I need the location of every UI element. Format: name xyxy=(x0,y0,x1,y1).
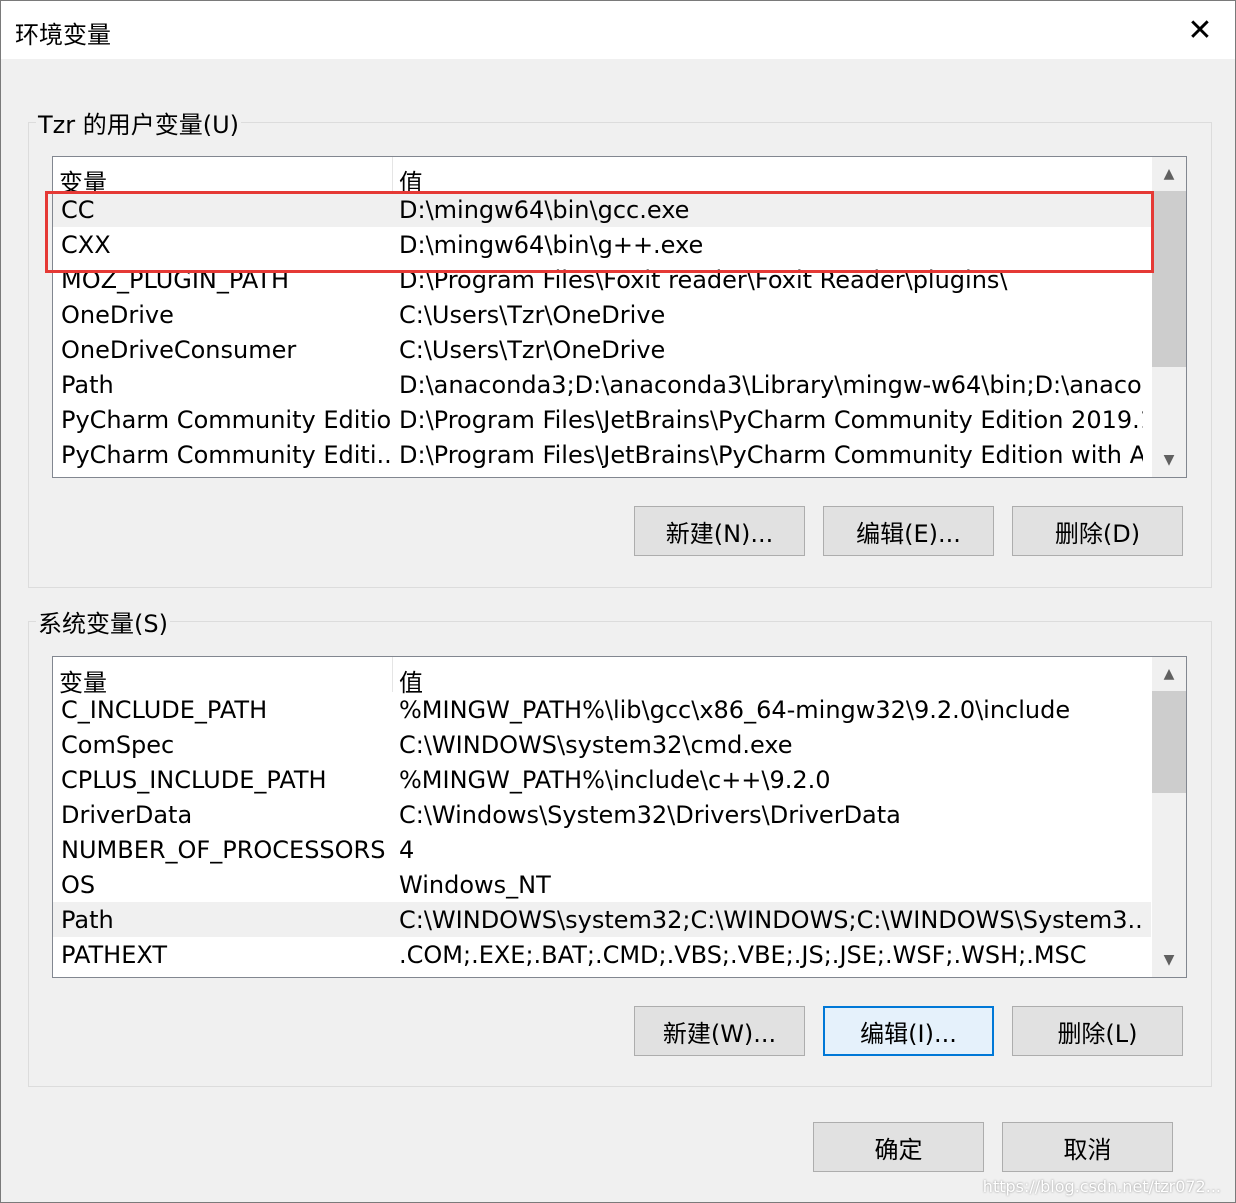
variable-value: D:\mingw64\bin\gcc.exe xyxy=(399,196,690,224)
table-row[interactable]: DriverData C:\Windows\System32\Drivers\Dr… xyxy=(53,797,1151,832)
variable-value: C:\Users\Tzr\OneDrive xyxy=(399,336,666,364)
user-variables-group: Tzr 的用户变量(U) 变量 值 CC D:\mingw64\bin\gcc.e… xyxy=(28,105,1212,588)
variable-name: ComSpec xyxy=(61,731,175,759)
vertical-scrollbar[interactable]: ▲ ▼ xyxy=(1152,657,1186,977)
window-title: 环境变量 xyxy=(15,21,111,49)
table-row[interactable]: PATHEXT .COM;.EXE;.BAT;.CMD;.VBS;.VBE;.JS… xyxy=(53,937,1151,972)
table-row[interactable]: PyCharm Community Edition D:\Program File… xyxy=(53,402,1151,437)
variable-name: PyCharm Community Editi... xyxy=(61,441,391,469)
scroll-up-icon[interactable]: ▲ xyxy=(1152,657,1186,691)
variable-name: NUMBER_OF_PROCESSORS xyxy=(61,836,386,864)
variable-value: %MINGW_PATH%\lib\gcc\x86_64-mingw32\9.2.… xyxy=(399,696,1071,724)
table-row[interactable]: ComSpec C:\WINDOWS\system32\cmd.exe xyxy=(53,727,1151,762)
variable-name: OS xyxy=(61,871,96,899)
system-variables-label: 系统变量(S) xyxy=(36,604,170,639)
variable-name: OneDrive xyxy=(61,301,174,329)
scroll-down-icon[interactable]: ▼ xyxy=(1152,443,1186,477)
variable-name: CC xyxy=(61,196,95,224)
scrollbar-thumb[interactable] xyxy=(1152,191,1186,367)
list-header: 变量 值 xyxy=(53,657,1151,697)
variable-value: C:\WINDOWS\system32\cmd.exe xyxy=(399,731,793,759)
edit-user-variable-button[interactable]: 编辑(E)... xyxy=(823,506,994,556)
variable-name: CPLUS_INCLUDE_PATH xyxy=(61,766,327,794)
new-system-variable-button[interactable]: 新建(W)... xyxy=(634,1006,805,1056)
table-row[interactable]: NUMBER_OF_PROCESSORS 4 xyxy=(53,832,1151,867)
table-row[interactable]: CC D:\mingw64\bin\gcc.exe xyxy=(53,192,1151,227)
variable-name: CXX xyxy=(61,231,111,259)
table-row[interactable]: Path D:\anaconda3;D:\anaconda3\Library\mi… xyxy=(53,367,1151,402)
vertical-scrollbar[interactable]: ▲ ▼ xyxy=(1152,157,1186,477)
list-header: 变量 值 xyxy=(53,157,1151,197)
variable-name: MOZ_PLUGIN_PATH xyxy=(61,266,290,294)
table-row[interactable]: CXX D:\mingw64\bin\g++.exe xyxy=(53,227,1151,262)
delete-system-variable-button[interactable]: 删除(L) xyxy=(1012,1006,1183,1056)
close-icon[interactable]: ✕ xyxy=(1165,1,1235,59)
table-row[interactable]: C_INCLUDE_PATH %MINGW_PATH%\lib\gcc\x86_6… xyxy=(53,692,1151,727)
ok-button[interactable]: 确定 xyxy=(813,1122,984,1172)
table-row[interactable]: MOZ_PLUGIN_PATH D:\Program Files\Foxit re… xyxy=(53,262,1151,297)
edit-system-variable-button[interactable]: 编辑(I)... xyxy=(823,1006,994,1056)
variable-value: D:\mingw64\bin\g++.exe xyxy=(399,231,704,259)
variable-value: C:\Users\Tzr\OneDrive xyxy=(399,301,666,329)
system-variables-group: 系统变量(S) 变量 值 C_INCLUDE_PATH %MINGW_PATH%\… xyxy=(28,604,1212,1087)
environment-variables-dialog: 环境变量 ✕ Tzr 的用户变量(U) 变量 值 CC D:\mingw64\bi… xyxy=(0,0,1236,1203)
variable-name: OneDriveConsumer xyxy=(61,336,297,364)
variable-value: .COM;.EXE;.BAT;.CMD;.VBS;.VBE;.JS;.JSE;.… xyxy=(399,941,1087,969)
table-row[interactable]: OneDriveConsumer C:\Users\Tzr\OneDrive xyxy=(53,332,1151,367)
variable-value: %MINGW_PATH%\include\c++\9.2.0 xyxy=(399,766,831,794)
scroll-down-icon[interactable]: ▼ xyxy=(1152,943,1186,977)
variable-name: DriverData xyxy=(61,801,193,829)
variable-name: Path xyxy=(61,371,114,399)
user-variables-list[interactable]: 变量 值 CC D:\mingw64\bin\gcc.exe CXX D:\ming… xyxy=(52,156,1187,478)
scrollbar-thumb[interactable] xyxy=(1152,691,1186,793)
table-row[interactable]: OS Windows_NT xyxy=(53,867,1151,902)
variable-value: D:\anaconda3;D:\anaconda3\Library\mingw-… xyxy=(399,371,1143,399)
variable-name: PyCharm Community Edition xyxy=(61,406,391,434)
table-row[interactable]: PyCharm Community Editi... D:\Program Fil… xyxy=(53,437,1151,472)
table-row[interactable]: Path C:\WINDOWS\system32;C:\WINDOWS;C:\WI… xyxy=(53,902,1151,937)
table-row[interactable]: CPLUS_INCLUDE_PATH %MINGW_PATH%\include\c… xyxy=(53,762,1151,797)
variable-name: PATHEXT xyxy=(61,941,168,969)
cancel-button[interactable]: 取消 xyxy=(1002,1122,1173,1172)
variable-value: D:\Program Files\JetBrains\PyCharm Commu… xyxy=(399,441,1143,469)
new-user-variable-button[interactable]: 新建(N)... xyxy=(634,506,805,556)
table-row[interactable]: OneDrive C:\Users\Tzr\OneDrive xyxy=(53,297,1151,332)
variable-value: D:\Program Files\JetBrains\PyCharm Commu… xyxy=(399,406,1143,434)
variable-value: Windows_NT xyxy=(399,871,551,899)
scroll-up-icon[interactable]: ▲ xyxy=(1152,157,1186,191)
variable-name: C_INCLUDE_PATH xyxy=(61,696,268,724)
system-variables-list[interactable]: 变量 值 C_INCLUDE_PATH %MINGW_PATH%\lib\gcc\… xyxy=(52,656,1187,978)
user-variables-label: Tzr 的用户变量(U) xyxy=(36,105,242,140)
variable-value: C:\WINDOWS\system32;C:\WINDOWS;C:\WINDOW… xyxy=(399,906,1143,934)
variable-value: C:\Windows\System32\Drivers\DriverData xyxy=(399,801,901,829)
watermark: https://blog.csdn.net/tzr072... xyxy=(982,1177,1221,1196)
variable-name: Path xyxy=(61,906,114,934)
delete-user-variable-button[interactable]: 删除(D) xyxy=(1012,506,1183,556)
variable-value: 4 xyxy=(399,836,415,864)
title-bar: 环境变量 ✕ xyxy=(1,1,1235,59)
variable-value: D:\Program Files\Foxit reader\Foxit Read… xyxy=(399,266,1008,294)
